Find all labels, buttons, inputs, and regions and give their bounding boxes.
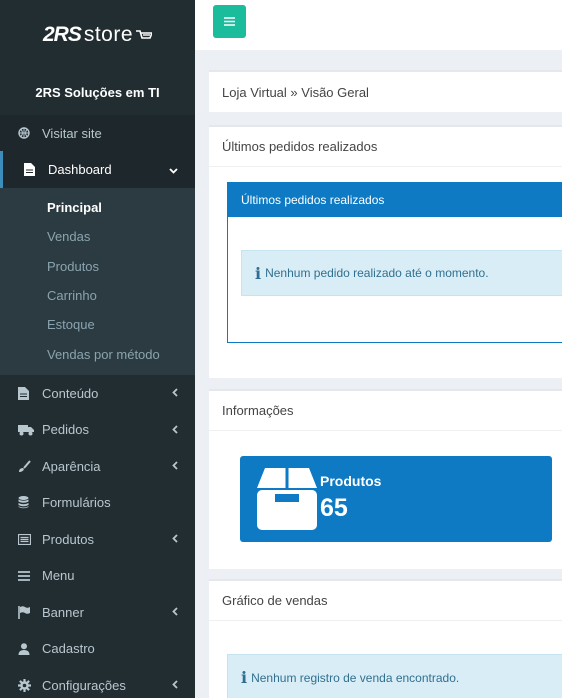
cart-icon	[136, 22, 154, 48]
logo[interactable]: 2RS store	[0, 0, 195, 70]
submenu-item-produtos[interactable]: Produtos	[0, 252, 195, 281]
sidebar-item-cadastro[interactable]: Cadastro	[0, 630, 195, 667]
sales-empty-message: Nenhum registro de venda encontrado.	[251, 670, 460, 685]
sidebar-item-label: Menu	[42, 568, 75, 584]
sidebar-item-label: Formulários	[42, 495, 111, 511]
sidebar-item-label: Conteúdo	[42, 385, 99, 401]
globe-icon	[18, 127, 38, 139]
chevron-left-icon	[172, 678, 178, 692]
sales-chart-title: Gráfico de vendas	[209, 581, 562, 621]
logo-light-text: store	[83, 23, 134, 46]
breadcrumb-box: Loja Virtual » Visão Geral	[209, 70, 562, 112]
flag-icon	[18, 605, 38, 619]
sidebar-toggle-button[interactable]	[213, 5, 246, 38]
sidebar-item-conteudo[interactable]: Conteúdo	[0, 375, 195, 412]
submenu-item-estoque[interactable]: Estoque	[0, 310, 195, 339]
chevron-left-icon	[172, 423, 178, 437]
paint-brush-icon	[18, 459, 38, 473]
sidebar-item-label: Produtos	[42, 531, 95, 547]
sidebar-item-label: Banner	[42, 604, 84, 620]
logo-bold-text: 2RS	[42, 23, 82, 46]
submenu-item-vendas[interactable]: Vendas	[0, 222, 195, 251]
products-stat-value: 65	[320, 494, 348, 522]
sidebar-item-formularios[interactable]: Formulários	[0, 484, 195, 521]
sales-empty-alert: i Nenhum registro de venda encontrado.	[227, 654, 562, 698]
sidebar-item-produtos[interactable]: Produtos	[0, 521, 195, 558]
info-icon: i	[255, 263, 262, 283]
orders-panel: Últimos pedidos realizados i Nenhum pedi…	[227, 182, 562, 343]
list-alt-icon	[18, 533, 38, 545]
sidebar-item-dashboard[interactable]: Dashboard	[0, 151, 195, 188]
sidebar-item-label: Cadastro	[42, 641, 95, 657]
bars-icon	[224, 13, 235, 31]
user-icon	[18, 642, 38, 655]
submenu-item-principal[interactable]: Principal	[0, 193, 195, 222]
info-box-title: Informações	[209, 391, 562, 431]
chevron-left-icon	[172, 532, 178, 546]
sidebar-item-label: Dashboard	[48, 162, 112, 177]
sidebar-item-menu[interactable]: Menu	[0, 557, 195, 594]
chevron-left-icon	[172, 459, 178, 473]
top-navbar	[195, 0, 562, 50]
sidebar-item-pedidos[interactable]: Pedidos	[0, 411, 195, 448]
orders-empty-alert: i Nenhum pedido realizado até o momento.	[241, 250, 562, 296]
products-stat-label: Produtos	[320, 473, 382, 489]
sidebar-item-label: Visitar site	[42, 125, 102, 141]
breadcrumb: Loja Virtual » Visão Geral	[222, 84, 369, 100]
chevron-left-icon	[172, 605, 178, 619]
dashboard-submenu: Principal Vendas Produtos Carrinho Estoq…	[0, 188, 195, 375]
chevron-down-icon	[169, 163, 178, 177]
orders-empty-message: Nenhum pedido realizado até o momento.	[265, 266, 489, 280]
sidebar-item-banner[interactable]: Banner	[0, 594, 195, 631]
sidebar-item-visit-site[interactable]: Visitar site	[0, 115, 195, 151]
sidebar-item-label: Pedidos	[42, 422, 89, 438]
sidebar-item-label: Configurações	[42, 677, 126, 693]
file-icon	[18, 386, 38, 400]
submenu-item-carrinho[interactable]: Carrinho	[0, 281, 195, 310]
sidebar-item-label: Aparência	[42, 458, 101, 474]
chevron-left-icon	[172, 386, 178, 400]
orders-box: Últimos pedidos realizados Últimos pedid…	[209, 125, 562, 378]
info-box: Informações Produtos 65	[209, 389, 562, 569]
info-icon: i	[241, 668, 248, 687]
company-name: 2RS Soluções em TI	[35, 85, 160, 100]
orders-panel-title: Últimos pedidos realizados	[228, 183, 562, 217]
truck-icon	[18, 424, 38, 436]
file-icon	[24, 163, 44, 176]
gear-icon	[18, 678, 38, 692]
sidebar-item-configuracoes[interactable]: Configurações	[0, 667, 195, 698]
sales-chart-box: Gráfico de vendas i Nenhum registro de v…	[209, 579, 562, 698]
sidebar: 2RS store 2RS Soluções em TI Visitar sit…	[0, 0, 195, 698]
submenu-item-vendas-por-metodo[interactable]: Vendas por método	[0, 339, 195, 368]
sidebar-item-aparencia[interactable]: Aparência	[0, 448, 195, 485]
orders-box-title: Últimos pedidos realizados	[209, 127, 562, 167]
bars-icon	[18, 570, 38, 581]
database-icon	[18, 496, 38, 509]
products-stat-card[interactable]: Produtos 65	[240, 456, 552, 542]
box-icon	[257, 468, 317, 535]
